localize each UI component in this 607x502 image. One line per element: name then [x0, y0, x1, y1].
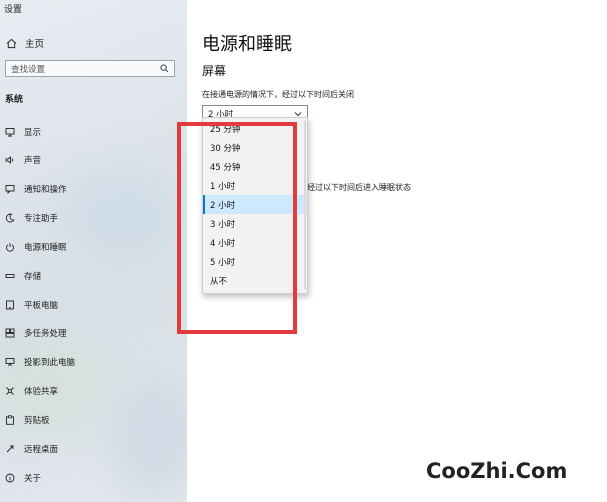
sidebar-item-label: 平板电脑 [24, 301, 59, 311]
sidebar-item-label: 存储 [24, 272, 42, 282]
dropdown-scrollbar[interactable] [304, 121, 306, 289]
home-label: 主页 [25, 39, 45, 50]
background-blur [20, 40, 170, 120]
tablet-icon [6, 300, 14, 310]
sidebar-item-label: 声音 [24, 156, 42, 166]
sidebar-item-focus-assist[interactable]: 专注助手 [5, 210, 58, 226]
sidebar-item-storage[interactable]: 存储 [5, 268, 41, 284]
sidebar-item-multitasking[interactable]: 多任务处理 [5, 325, 67, 341]
sidebar-item-label: 投影到此电脑 [24, 358, 76, 368]
watermark: CooZhi.Com [426, 459, 568, 483]
sidebar-item-project[interactable]: 投影到此电脑 [5, 354, 75, 370]
page-title: 电源和睡眠 [202, 34, 292, 55]
background-blur [60, 170, 180, 260]
sidebar-item-label: 多任务处理 [24, 329, 67, 339]
remote-icon [6, 445, 14, 453]
screen-timeout-label: 在接通电源的情况下，经过以下时间后关闭 [202, 90, 354, 99]
project-icon [5, 358, 15, 367]
sidebar-item-display[interactable]: 显示 [5, 124, 41, 140]
sidebar-home[interactable]: 主页 [6, 36, 44, 50]
search-placeholder: 查找设置 [11, 64, 46, 75]
sidebar-item-label: 远程桌面 [24, 445, 59, 455]
info-icon [5, 473, 15, 483]
moon-icon [5, 213, 15, 223]
sleep-timeout-label: 经过以下时间后进入睡眠状态 [307, 183, 411, 192]
sidebar-item-tablet[interactable]: 平板电脑 [5, 297, 58, 313]
monitor-icon [5, 128, 15, 137]
sidebar-item-shared-experiences[interactable]: 体验共享 [5, 383, 58, 399]
sidebar-item-power-sleep[interactable]: 电源和睡眠 [5, 239, 67, 255]
sidebar-item-label: 剪贴板 [24, 416, 50, 426]
sidebar-item-label: 关于 [24, 474, 42, 484]
search-input[interactable]: 查找设置 [5, 60, 175, 77]
sidebar-item-sound[interactable]: 声音 [5, 152, 41, 168]
storage-icon [5, 274, 15, 278]
sidebar-section-label: 系统 [5, 95, 24, 105]
sidebar-item-about[interactable]: 关于 [5, 470, 41, 486]
sidebar-item-label: 通知和操作 [24, 185, 67, 195]
power-icon [6, 243, 14, 252]
search-icon [160, 64, 169, 73]
window-title: 设置 [4, 5, 23, 15]
share-icon [6, 387, 14, 395]
speaker-icon [5, 156, 14, 164]
sidebar-item-label: 体验共享 [24, 387, 59, 397]
sidebar-item-label: 显示 [24, 128, 42, 138]
clipboard-icon [6, 415, 14, 425]
annotation-highlight-box [177, 122, 297, 334]
background-blur [110, 380, 187, 500]
message-icon [5, 185, 15, 194]
sidebar-item-remote-desktop[interactable]: 远程桌面 [5, 441, 58, 457]
sidebar-item-notifications[interactable]: 通知和操作 [5, 181, 67, 197]
multitask-icon [5, 328, 15, 338]
home-icon [6, 38, 17, 48]
sidebar: 设置 主页 查找设置 系统 显示 声音 通知和操作 专注助手 电源和睡眠 存储 … [0, 0, 187, 502]
sidebar-item-label: 专注助手 [24, 214, 59, 224]
sidebar-item-label: 电源和睡眠 [24, 243, 67, 253]
sidebar-item-clipboard[interactable]: 剪贴板 [5, 412, 50, 428]
section-title-screen: 屏幕 [202, 64, 227, 78]
